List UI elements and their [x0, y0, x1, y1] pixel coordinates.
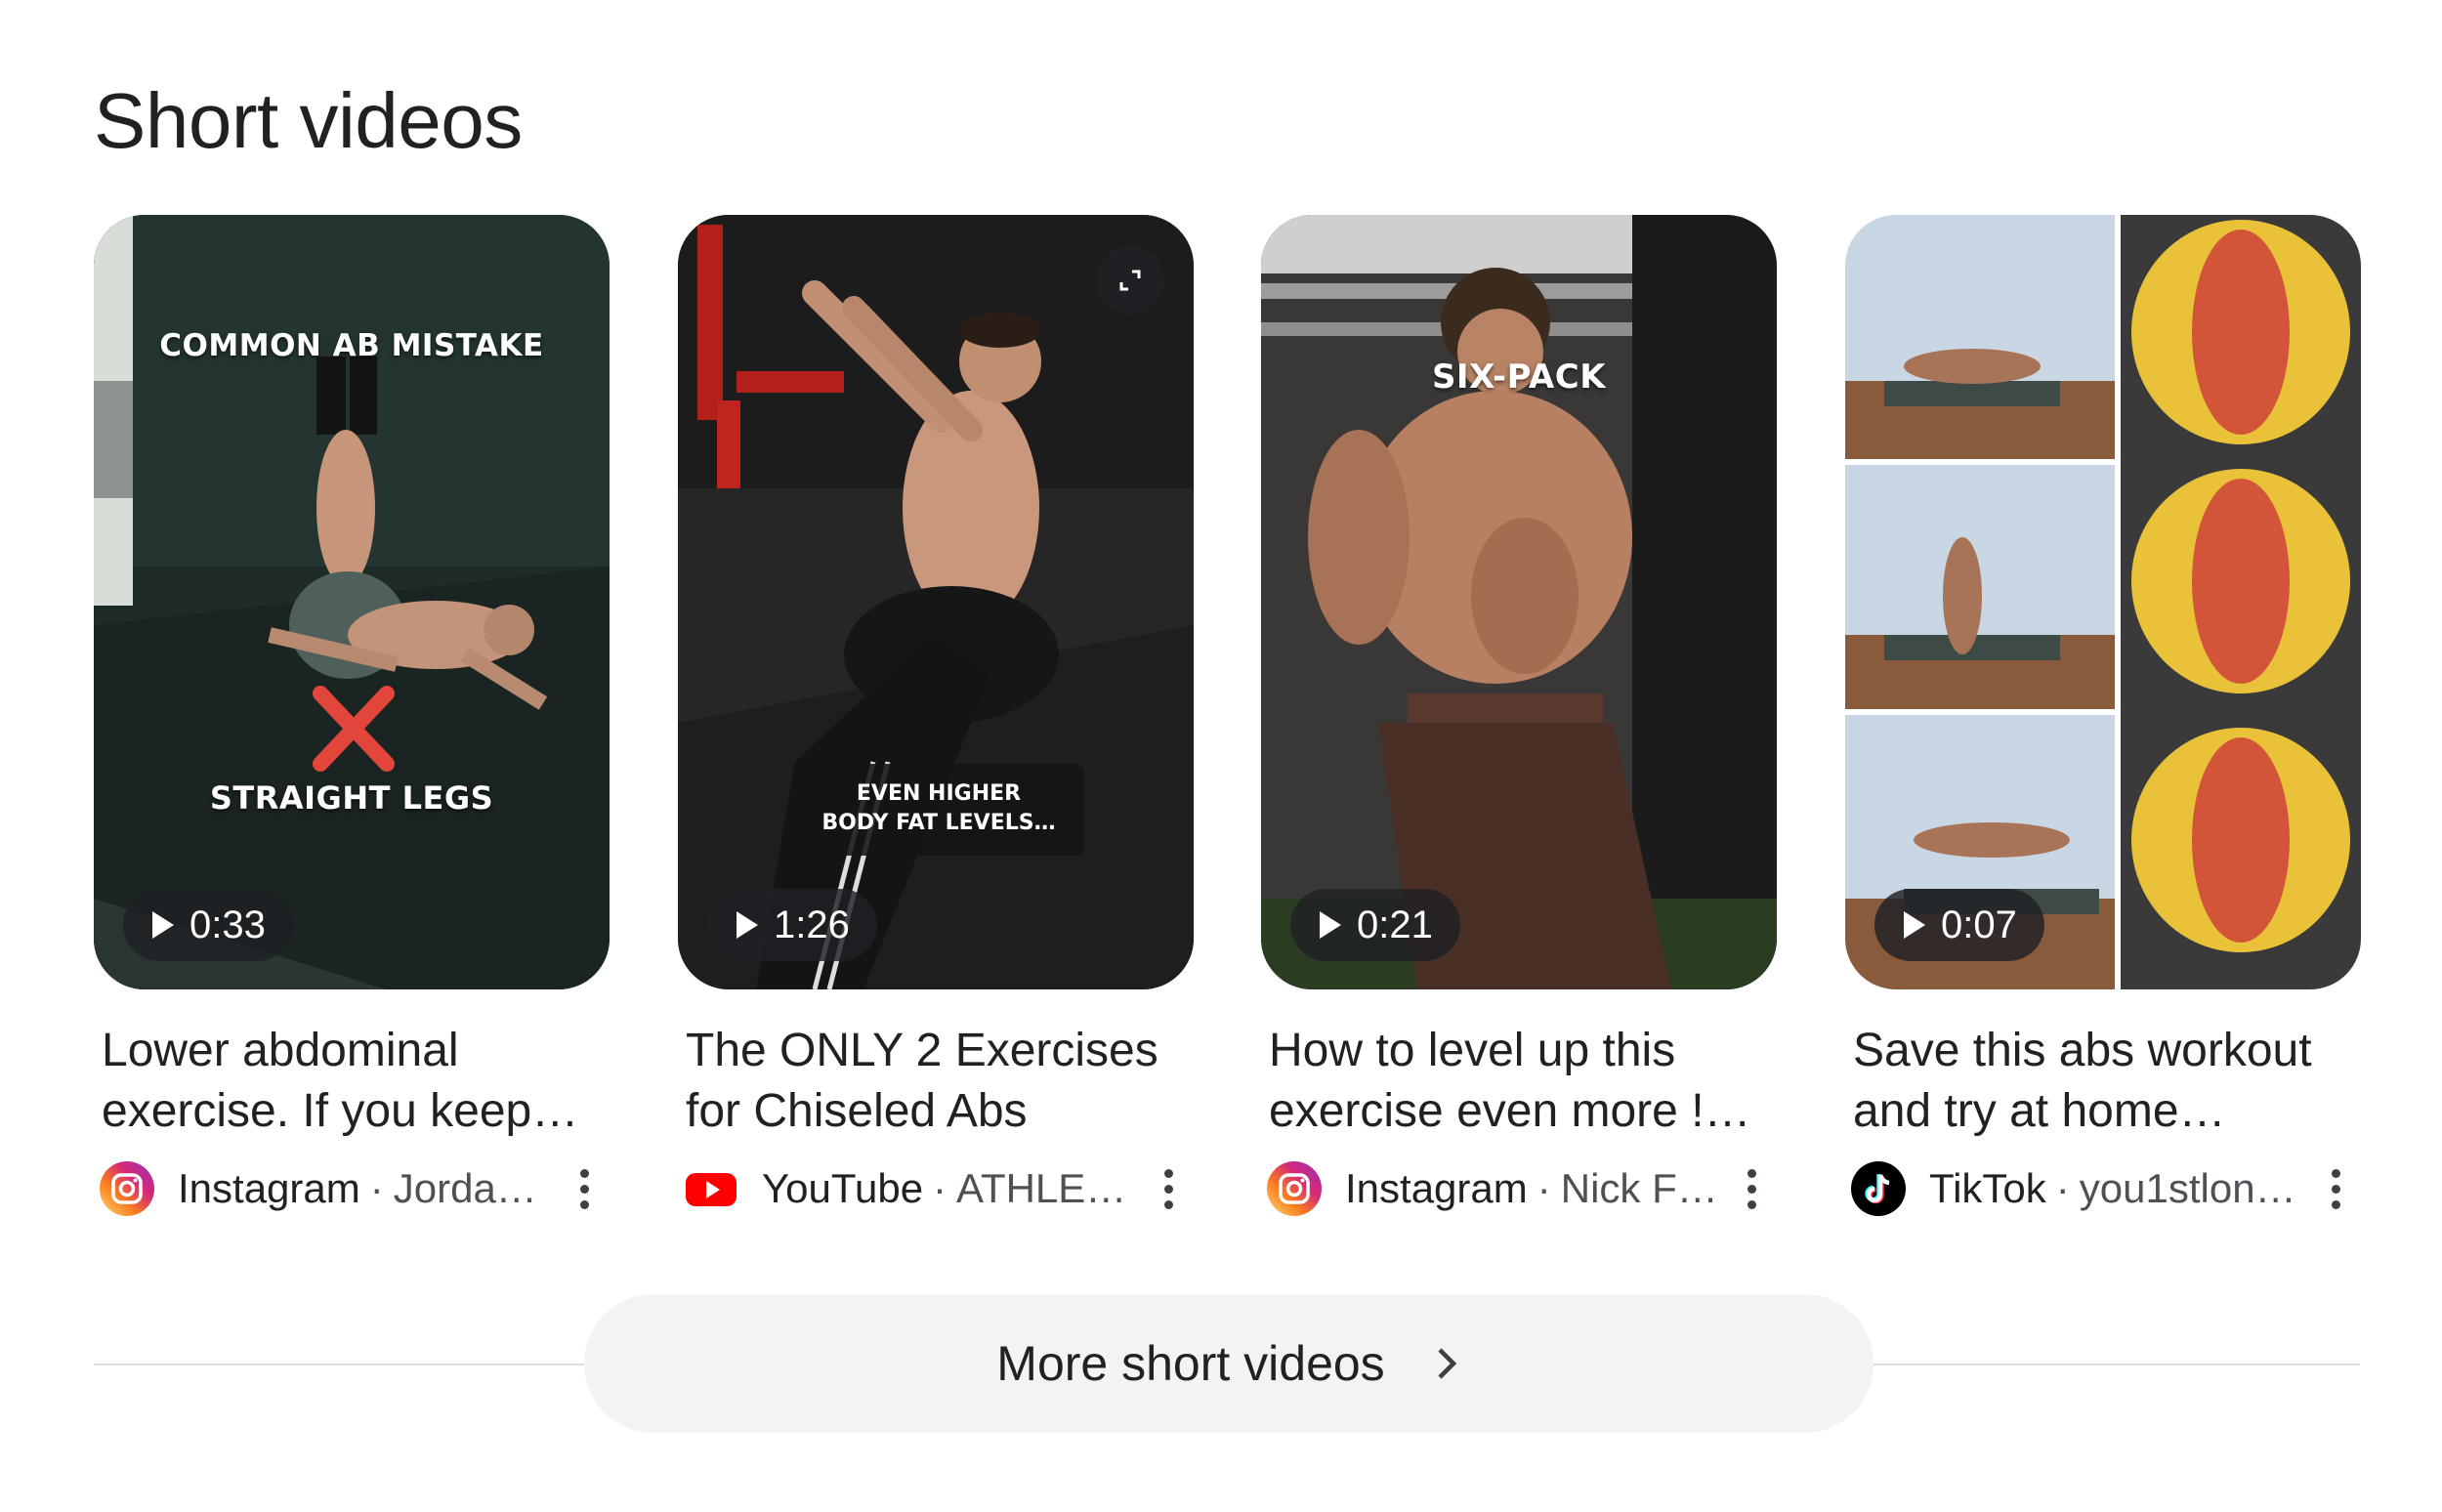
play-icon	[737, 911, 758, 939]
source-author: ATHLE…	[956, 1165, 1127, 1211]
play-icon	[1320, 911, 1341, 939]
duration-badge: 0:21	[1290, 889, 1460, 961]
tiktok-icon	[1851, 1161, 1906, 1216]
overlay-caption: COMMON AB MISTAKE	[159, 328, 544, 363]
video-source: TikTok · you1stlon…	[1845, 1159, 2361, 1218]
more-button-label: More short videos	[996, 1336, 1385, 1391]
overlay-caption: EVEN HIGHER BODY FAT LEVELS…	[793, 764, 1084, 856]
duration-badge: 1:26	[707, 889, 877, 961]
play-icon	[1904, 911, 1925, 939]
video-title[interactable]: How to level up this exercise even more …	[1261, 1021, 1777, 1142]
video-source: YouTube · ATHLE…	[678, 1159, 1194, 1218]
video-thumbnail[interactable]: EVEN HIGHER BODY FAT LEVELS… 1:26	[678, 215, 1194, 989]
video-title[interactable]: Save this abs workout and try at home…	[1845, 1021, 2361, 1142]
instagram-icon	[100, 1161, 154, 1216]
caption-line: EVEN HIGHER	[856, 781, 1022, 806]
divider	[94, 1364, 586, 1365]
caption-line: BODY FAT LEVELS…	[821, 811, 1056, 835]
fullscreen-icon	[1119, 270, 1141, 291]
overlay-caption: STRAIGHT LEGS	[209, 779, 494, 817]
video-title[interactable]: Lower abdominal exercise. If you keep…	[94, 1021, 610, 1142]
more-options-icon[interactable]	[1732, 1159, 1771, 1218]
video-card[interactable]: EVEN HIGHER BODY FAT LEVELS… 1:26 The ON…	[678, 215, 1194, 1218]
duration-label: 1:26	[774, 903, 850, 946]
youtube-icon	[686, 1173, 737, 1206]
overlay-caption: SIX-PACK	[1431, 357, 1607, 397]
video-thumbnail[interactable]: COMMON AB MISTAKE STRAIGHT LEGS 0:33	[94, 215, 610, 989]
source-separator: ·	[2055, 1165, 2070, 1211]
video-source: Instagram · Nick F…	[1261, 1159, 1777, 1218]
divider	[1872, 1364, 2360, 1365]
video-title[interactable]: The ONLY 2 Exercises for Chiseled Abs	[678, 1021, 1194, 1142]
more-options-icon[interactable]	[1149, 1159, 1188, 1218]
video-thumbnail[interactable]: 0:07	[1845, 215, 2361, 989]
chevron-right-icon	[1438, 1348, 1456, 1379]
source-author: Nick F…	[1560, 1165, 1718, 1211]
duration-badge: 0:33	[123, 889, 293, 961]
source-name: Instagram	[1345, 1165, 1528, 1211]
thumbnail-image	[1261, 215, 1777, 989]
source-author: you1stlon…	[2079, 1165, 2296, 1211]
video-source: Instagram · Jorda…	[94, 1159, 610, 1218]
more-options-icon[interactable]	[2316, 1159, 2355, 1218]
more-short-videos-button[interactable]: More short videos	[584, 1294, 1874, 1433]
duration-label: 0:07	[1941, 903, 2017, 946]
source-name: YouTube	[762, 1165, 924, 1211]
thumbnail-image	[678, 215, 1194, 989]
source-name: Instagram	[178, 1165, 360, 1211]
video-card[interactable]: SIX-PACK 0:21 How to level up this exerc…	[1261, 215, 1777, 1218]
source-name: TikTok	[1929, 1165, 2046, 1211]
duration-badge: 0:07	[1874, 889, 2044, 961]
thumbnail-image	[1845, 215, 2361, 989]
instagram-icon	[1267, 1161, 1322, 1216]
video-thumbnail[interactable]: SIX-PACK 0:21	[1261, 215, 1777, 989]
duration-label: 0:33	[189, 903, 266, 946]
source-separator: ·	[369, 1165, 384, 1211]
video-card[interactable]: COMMON AB MISTAKE STRAIGHT LEGS 0:33 Low…	[94, 215, 610, 1218]
source-separator: ·	[1537, 1165, 1551, 1211]
play-icon	[152, 911, 174, 939]
duration-label: 0:21	[1357, 903, 1433, 946]
video-card[interactable]: 0:07 Save this abs workout and try at ho…	[1845, 215, 2361, 1218]
source-separator: ·	[933, 1165, 947, 1211]
more-options-icon[interactable]	[565, 1159, 604, 1218]
expand-icon[interactable]	[1096, 246, 1164, 315]
section-title: Short videos	[94, 77, 523, 164]
source-author: Jorda…	[393, 1165, 537, 1211]
short-videos-carousel: COMMON AB MISTAKE STRAIGHT LEGS 0:33 Low…	[94, 215, 2361, 1250]
